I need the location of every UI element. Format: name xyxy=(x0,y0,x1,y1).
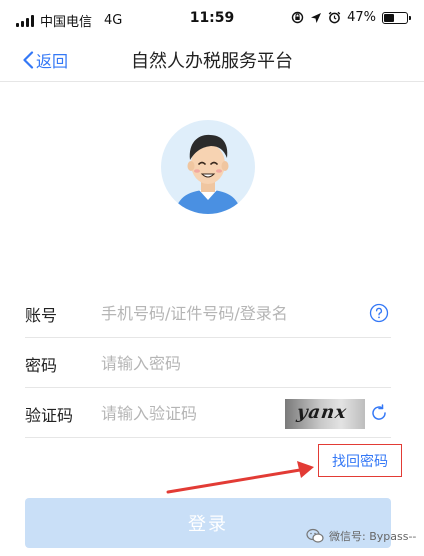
captcha-row: 验证码 yanx xyxy=(25,388,391,438)
user-avatar-illustration xyxy=(175,134,241,214)
forgot-password-label: 找回密码 xyxy=(332,453,388,470)
help-icon[interactable] xyxy=(369,303,389,323)
signal-icon xyxy=(16,14,34,27)
network-type: 4G xyxy=(104,13,123,28)
alarm-clock-icon xyxy=(328,11,341,24)
captcha-image[interactable]: yanx xyxy=(285,399,365,429)
back-label: 返回 xyxy=(36,52,69,71)
account-row: 账号 xyxy=(25,288,391,338)
status-left: 中国电信 4G xyxy=(16,11,122,30)
chevron-left-icon xyxy=(23,51,34,69)
password-row: 密码 xyxy=(25,338,391,388)
status-bar: 中国电信 4G 11:59 47% xyxy=(0,0,424,38)
avatar xyxy=(161,120,255,214)
captcha-text: yanx xyxy=(295,402,349,423)
watermark-text: 微信号: Bypass-- xyxy=(329,530,417,543)
location-arrow-icon xyxy=(311,12,322,23)
wechat-watermark: 微信号: Bypass-- xyxy=(306,528,416,544)
refresh-icon[interactable] xyxy=(369,403,389,423)
screen-rotation-lock-icon xyxy=(291,11,304,24)
back-button[interactable]: 返回 xyxy=(22,48,68,72)
account-label: 账号 xyxy=(25,306,58,325)
password-input[interactable] xyxy=(101,348,381,378)
battery-percent: 47% xyxy=(347,10,376,25)
captcha-label: 验证码 xyxy=(25,406,74,425)
captcha-input[interactable] xyxy=(101,398,276,428)
forgot-password-link[interactable]: 找回密码 xyxy=(318,444,402,477)
account-input[interactable] xyxy=(101,298,371,328)
status-right: 47% xyxy=(291,10,411,25)
carrier-name: 中国电信 xyxy=(40,15,93,30)
password-label: 密码 xyxy=(25,356,58,375)
wechat-icon xyxy=(306,528,324,543)
navigation-bar: 返回 自然人办税服务平台 xyxy=(0,38,424,82)
battery-icon xyxy=(382,11,411,24)
